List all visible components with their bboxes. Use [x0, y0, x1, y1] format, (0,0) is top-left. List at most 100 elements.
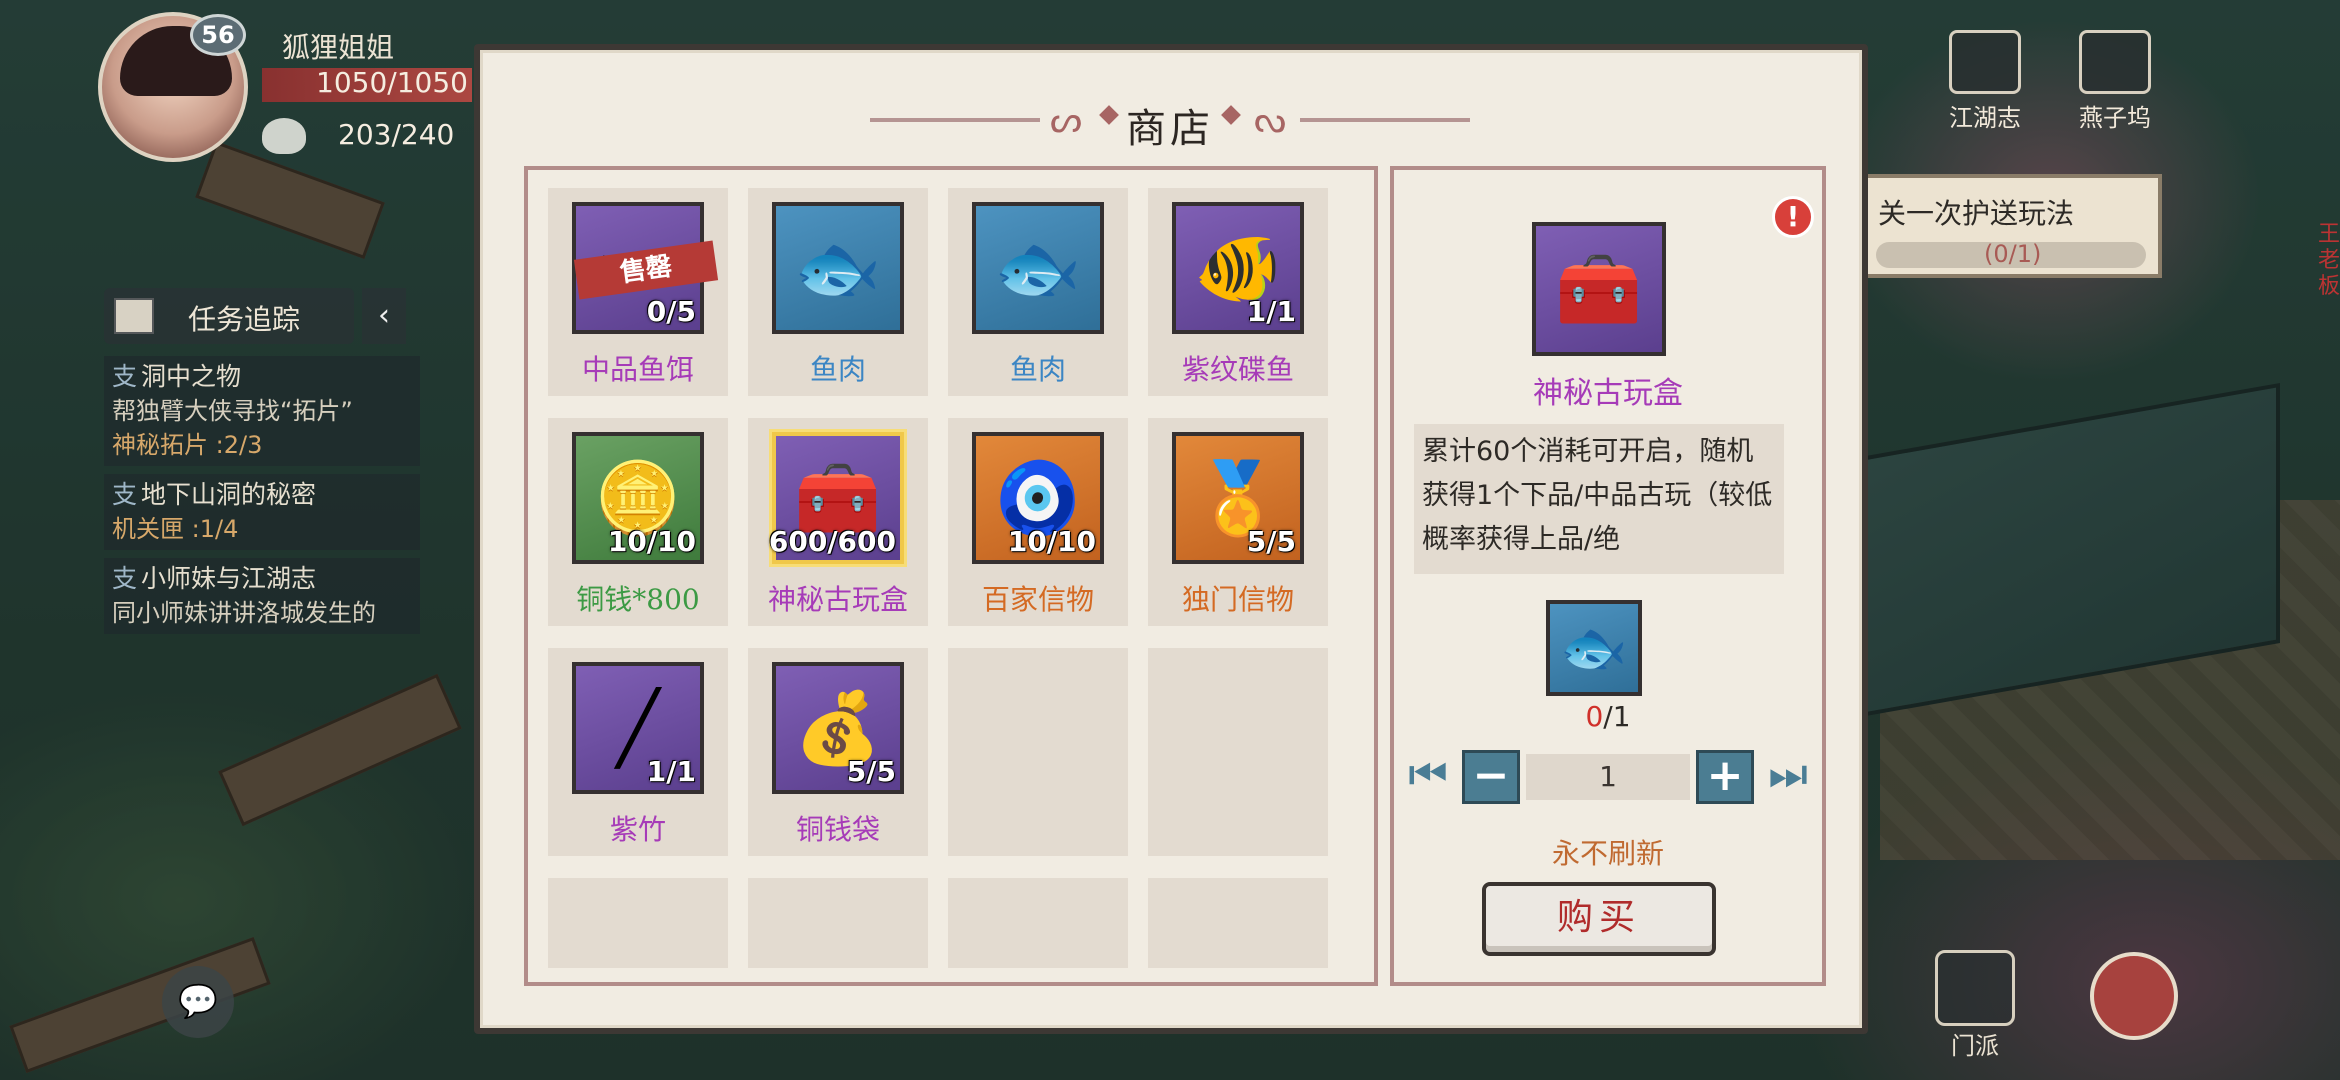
shop-item-cell[interactable]: ╱ 1/1 紫竹 — [548, 648, 728, 856]
bamboo-rod-icon: ╱ 1/1 — [572, 662, 704, 794]
empty-shop-cell — [548, 878, 728, 968]
energy-icon — [262, 118, 306, 154]
shop-title-bar: ᔕ 商店 ᔓ — [870, 86, 1470, 156]
shop-modal: ᔕ 商店 ᔓ 〰售罄0/5 中品鱼饵 🐟 鱼肉 🐟 鱼肉 🐠1/1 紫纹碟鱼 🪙10/10铜钱*… — [474, 44, 1868, 1034]
player-name: 狐狸姐姐 — [282, 31, 395, 64]
quest-tracker-label: 任务追踪 — [188, 303, 301, 336]
quest-title: 地下山洞的秘密 — [141, 480, 317, 509]
quest-item[interactable]: 支地下山洞的秘密 机关匣 :1/4 — [104, 474, 420, 550]
quest-list: 支洞中之物 帮独臂大侠寻找“拓片” 神秘拓片 :2/3 支地下山洞的秘密 机关匣… — [104, 356, 420, 642]
fish-meat-icon: 🐟 — [772, 202, 904, 334]
shop-item-cell[interactable]: 🐠 1/1 紫纹碟鱼 — [1148, 188, 1328, 396]
yanziwu-button[interactable]: 燕子坞 — [2060, 30, 2170, 133]
detail-item-name: 神秘古玩盒 — [1533, 376, 1683, 411]
shop-item-cell[interactable]: 🐟 鱼肉 — [748, 188, 928, 396]
detail-description[interactable]: 累计60个消耗可开启，随机获得1个下品/中品古玩（较低概率获得上品/绝 — [1414, 424, 1784, 574]
minus-button[interactable]: − — [1462, 750, 1520, 804]
jianghu-button[interactable]: 江湖志 — [1930, 30, 2040, 133]
item-art: 🐟 — [794, 227, 882, 309]
shop-item-cell[interactable]: 🪙 10/10 铜钱*800 — [548, 418, 728, 626]
shop-item-cell[interactable]: 🧿 10/10 百家信物 — [948, 418, 1128, 626]
empty-shop-cell — [748, 878, 928, 968]
npc-name-label[interactable]: 王老板 — [2318, 222, 2340, 300]
quest-desc: 帮独臂大侠寻找“拓片” — [112, 397, 353, 425]
quest-tag: 支 — [112, 362, 138, 391]
first-page-icon[interactable]: ⏮ — [1408, 746, 1448, 808]
fish-meat-icon: 🐟 — [972, 202, 1104, 334]
stock-count: 1/1 — [646, 755, 696, 788]
cost-count: 0/1 — [1394, 700, 1822, 733]
title-ornament-line — [1300, 118, 1470, 122]
escort-progress-text: (0/1) — [1984, 240, 2042, 268]
jade-token-icon: 🏅 5/5 — [1172, 432, 1304, 564]
cost-have: 0 — [1585, 700, 1604, 733]
buy-button[interactable]: 购买 — [1482, 882, 1716, 956]
item-name: 神秘古玩盒 — [767, 583, 908, 616]
stock-count: 10/10 — [1007, 525, 1096, 558]
energy-text: 203/240 — [338, 118, 455, 151]
item-name: 百家信物 — [981, 583, 1094, 616]
scroll-icon — [2079, 30, 2151, 94]
book-icon — [114, 298, 154, 334]
shop-item-cell[interactable]: 🧰 600/600 神秘古玩盒 — [748, 418, 928, 626]
shop-item-cell[interactable]: 💰 5/5 铜钱袋 — [748, 648, 928, 856]
item-art: 🏅 — [1194, 457, 1282, 539]
shop-item-cell[interactable]: 🏅 5/5 独门信物 — [1148, 418, 1328, 626]
gate-icon — [1935, 950, 2015, 1026]
quest-tag: 支 — [112, 564, 138, 593]
item-art: 🐟 — [994, 227, 1082, 309]
item-art: 🪙 — [594, 457, 682, 539]
shop-item-cell[interactable]: 〰售罄0/5 中品鱼饵 — [548, 188, 728, 396]
item-name: 鱼肉 — [1009, 353, 1066, 386]
quest-progress: 机关匣 :1/4 — [112, 515, 239, 543]
fish-meat-icon[interactable]: 🐟 — [1546, 600, 1642, 696]
stock-count: 5/5 — [846, 755, 896, 788]
quest-desc: 同小师妹讲讲洛城发生的 — [112, 599, 376, 627]
quest-title: 洞中之物 — [141, 362, 242, 391]
chat-bubble-icon[interactable]: 💬 — [162, 966, 234, 1038]
jade-token-icon: 🧿 10/10 — [972, 432, 1104, 564]
chevron-left-icon[interactable]: ‹ — [362, 288, 406, 344]
stock-count: 0/5 — [646, 295, 696, 328]
shop-item-scroll[interactable]: 〰售罄0/5中品鱼饵🐟鱼肉🐟鱼肉🐠1/1紫纹碟鱼🪙10/10铜钱*800🧰600… — [548, 188, 1364, 968]
sect-button[interactable]: 门派 — [1920, 950, 2030, 1061]
pavilion-icon — [1949, 30, 2021, 94]
quest-title: 小师妹与江湖志 — [141, 564, 317, 593]
alert-icon[interactable]: ! — [1772, 196, 1814, 238]
shop-item-grid: 〰售罄0/5中品鱼饵🐟鱼肉🐟鱼肉🐠1/1紫纹碟鱼🪙10/10铜钱*800🧰600… — [548, 188, 1364, 968]
stock-count: 5/5 — [1246, 525, 1296, 558]
shop-item-panel: 〰售罄0/5中品鱼饵🐟鱼肉🐟鱼肉🐠1/1紫纹碟鱼🪙10/10铜钱*800🧰600… — [524, 166, 1378, 986]
empty-shop-cell — [948, 648, 1128, 856]
escort-task-banner[interactable]: 关一次护送玩法 (0/1) — [1862, 174, 2162, 278]
item-name: 鱼肉 — [809, 353, 866, 386]
item-name: 铜钱袋 — [795, 813, 880, 846]
stock-count: 600/600 — [768, 525, 896, 558]
quest-tag: 支 — [112, 480, 138, 509]
stock-count: 10/10 — [607, 525, 696, 558]
yanziwu-label: 燕子坞 — [2079, 104, 2151, 132]
last-page-icon[interactable]: ⏭ — [1768, 746, 1808, 808]
quest-progress: 神秘拓片 :2/3 — [112, 431, 263, 459]
quest-item[interactable]: 支小师妹与江湖志 同小师妹讲讲洛城发生的 — [104, 558, 420, 634]
empty-shop-cell — [948, 878, 1128, 968]
item-art: 🧰 — [794, 457, 882, 539]
hp-text: 1050/1050 — [316, 66, 468, 99]
sect-label: 门派 — [1951, 1032, 1999, 1060]
shop-title: 商店 — [1126, 106, 1214, 152]
shop-item-cell[interactable]: 🐟 鱼肉 — [948, 188, 1128, 396]
plus-button[interactable]: + — [1696, 750, 1754, 804]
quantity-stepper: ⏮ − 1 + ⏭ — [1408, 746, 1808, 808]
cost-need: /1 — [1603, 700, 1631, 733]
swirl-skill-icon[interactable] — [2090, 952, 2178, 1040]
item-name: 紫纹碟鱼 — [1181, 353, 1294, 386]
quest-tracker-header[interactable]: 任务追踪 — [104, 288, 354, 344]
quest-item[interactable]: 支洞中之物 帮独臂大侠寻找“拓片” 神秘拓片 :2/3 — [104, 356, 420, 466]
jianghu-label: 江湖志 — [1949, 104, 2021, 132]
refresh-note: 永不刷新 — [1551, 837, 1664, 870]
bait-worm-icon: 〰售罄0/5 — [572, 202, 719, 334]
purple-fish-icon: 🐠 1/1 — [1172, 202, 1304, 334]
level-badge: 56 — [190, 14, 246, 56]
empty-shop-cell — [1148, 878, 1328, 968]
item-name: 中品鱼饵 — [581, 353, 694, 386]
quantity-field[interactable]: 1 — [1526, 754, 1690, 800]
